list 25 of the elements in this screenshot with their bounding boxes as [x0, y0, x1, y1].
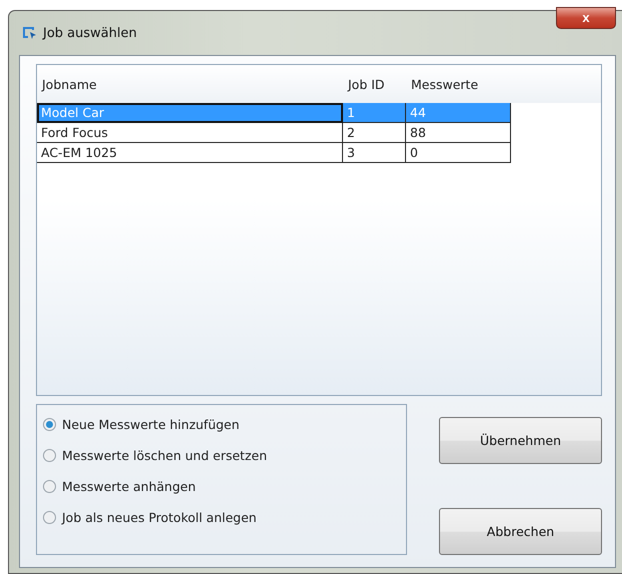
radio-button[interactable]	[43, 511, 56, 524]
column-header[interactable]: Jobname	[37, 76, 343, 92]
table-cell: Model Car	[37, 103, 343, 123]
app-icon	[21, 25, 37, 41]
radio-button[interactable]	[43, 418, 56, 431]
table-cell: 2	[343, 123, 406, 143]
table-cell: 88	[406, 123, 511, 143]
table-cell: AC-EM 1025	[37, 143, 343, 163]
table-cell: 3	[343, 143, 406, 163]
table-cell: Ford Focus	[37, 123, 343, 143]
column-header[interactable]: Job ID	[343, 76, 406, 92]
table-cell: 0	[406, 143, 511, 163]
radio-button[interactable]	[43, 480, 56, 493]
option-label: Messwerte anhängen	[62, 479, 196, 494]
dialog-button[interactable]: Übernehmen	[439, 417, 602, 464]
dialog-button[interactable]: Abbrechen	[439, 508, 602, 555]
option-label: Job als neues Protokoll anlegen	[62, 510, 257, 525]
option-label: Neue Messwerte hinzufügen	[62, 417, 240, 432]
radio-button[interactable]	[43, 449, 56, 462]
window-title: Job auswählen	[43, 26, 137, 40]
table-cell: 44	[406, 103, 511, 123]
table-cell: 1	[343, 103, 406, 123]
close-button[interactable]: x	[556, 7, 616, 29]
column-header[interactable]: Messwerte	[406, 76, 511, 92]
option-label: Messwerte löschen und ersetzen	[62, 448, 267, 463]
